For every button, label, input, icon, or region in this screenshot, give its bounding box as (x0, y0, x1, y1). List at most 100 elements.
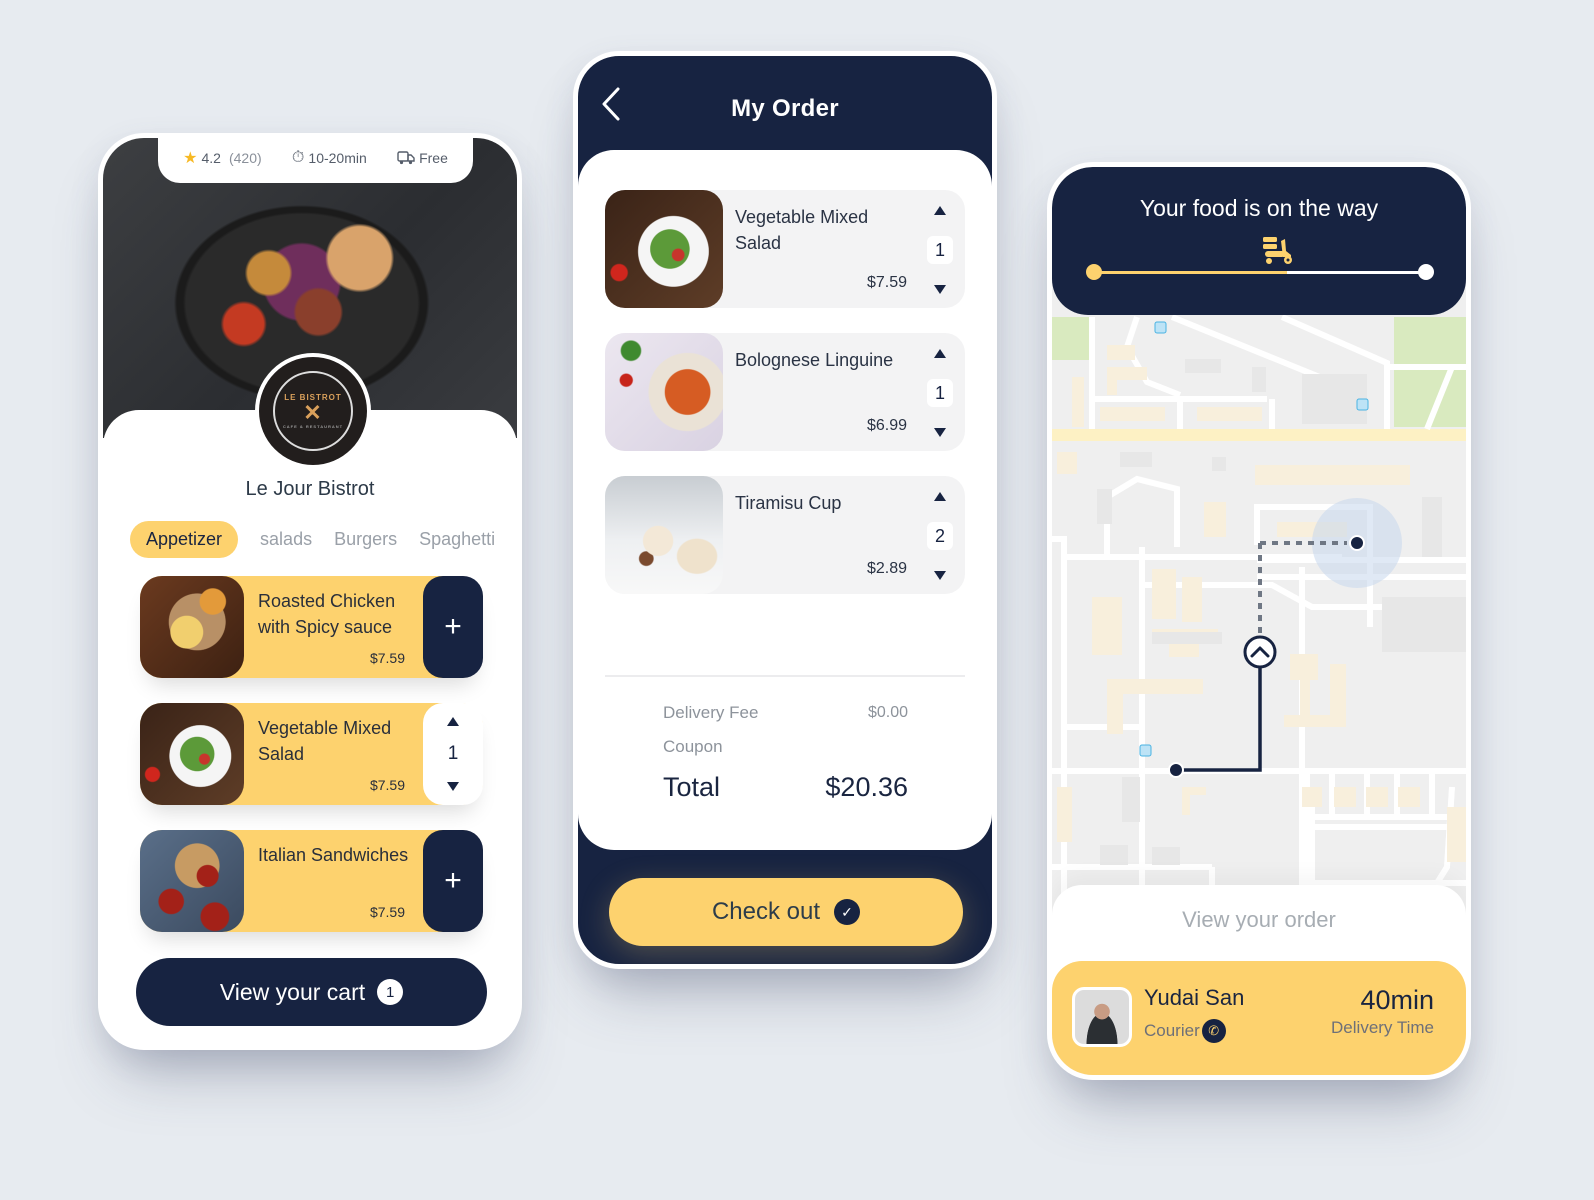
total-value: $20.36 (825, 772, 908, 802)
delivery-scooter-icon (1261, 235, 1295, 267)
quantity-stepper: 1 (927, 349, 953, 437)
order-item-image (605, 476, 723, 594)
order-item-price: $7.59 (866, 274, 907, 291)
order-item-name: Tiramisu Cup (735, 493, 842, 513)
delivery-fee-row: Delivery Fee $0.00 (663, 703, 908, 722)
menu-item-image (140, 830, 244, 932)
delivery-time: ⏱ 10-20min (291, 149, 367, 166)
restaurant-name: Le Jour Bistrot (245, 478, 375, 500)
decrement-arrow-icon[interactable] (934, 428, 946, 437)
order-summary: Delivery Fee $0.00 Coupon Total $20.36 (663, 696, 908, 803)
coupon-row[interactable]: Coupon (663, 730, 908, 764)
bus-stop-icon (1154, 321, 1167, 334)
quantity-stepper: 2 (927, 492, 953, 580)
tracking-title: Your food is on the way (1139, 195, 1379, 221)
origin-marker (1168, 762, 1184, 778)
menu-item-name: Italian Sandwiches (258, 845, 409, 865)
order-item-price: $2.89 (866, 560, 907, 577)
increment-arrow-icon[interactable] (934, 349, 946, 358)
quantity-stepper: 1 (927, 206, 953, 294)
plus-icon: + (444, 864, 462, 897)
courier-location-icon (1243, 635, 1277, 669)
total-row: Total $20.36 (663, 772, 908, 802)
fork-knife-icon: ✕ (303, 400, 323, 425)
tracking-screen: Your food is on the way View your order … (1047, 162, 1471, 1080)
decrement-arrow-icon[interactable] (934, 285, 946, 294)
rating: ★ 4.2 (420) (183, 150, 262, 167)
checkout-button[interactable]: Check out ✓ (609, 878, 963, 946)
decrement-arrow-icon[interactable] (447, 781, 459, 791)
increment-arrow-icon[interactable] (447, 717, 459, 727)
bus-stop-icon (1356, 398, 1369, 411)
restaurant-stats-bar: ★ 4.2 (420) ⏱ 10-20min Free (158, 138, 473, 183)
delivery-eta: 40min Delivery Time (1331, 985, 1434, 1037)
menu-item[interactable]: Italian Sandwiches $7.59 + (140, 830, 483, 932)
chevron-left-icon (602, 87, 620, 121)
menu-item[interactable]: Roasted Chicken with Spicy sauce $7.59 + (140, 576, 483, 678)
progress-end-dot (1418, 264, 1434, 280)
add-to-cart-button[interactable]: + (423, 830, 483, 932)
increment-arrow-icon[interactable] (934, 492, 946, 501)
order-item-price: $6.99 (866, 417, 907, 434)
order-item: Vegetable Mixed Salad $7.59 1 (605, 190, 965, 308)
delivery-fee: Free (397, 150, 448, 166)
order-screen: My Order Vegetable Mixed Salad $7.59 1 B… (573, 51, 997, 969)
tab-salads[interactable]: salads (260, 521, 312, 558)
order-item-name: Bolognese Linguine (735, 350, 894, 370)
menu-item-image (140, 576, 244, 678)
menu-item[interactable]: Vegetable Mixed Salad $7.59 1 (140, 703, 483, 805)
star-icon: ★ (183, 150, 198, 167)
view-order-button[interactable]: View your order (1052, 907, 1466, 933)
order-item-image (605, 333, 723, 451)
menu-item-price: $7.59 (369, 650, 405, 666)
phone-call-icon[interactable]: ✆ (1201, 1019, 1226, 1043)
back-button[interactable] (600, 86, 630, 126)
tracking-header: Your food is on the way (1052, 167, 1466, 315)
bus-stop-icon (1139, 744, 1152, 757)
quantity-value: 1 (927, 379, 953, 407)
divider (605, 675, 965, 677)
stopwatch-icon: ⏱ (291, 149, 305, 166)
menu-item-image (140, 703, 244, 805)
quantity-value: 2 (927, 522, 953, 550)
quantity-value: 1 (927, 236, 953, 264)
category-tabs: Appetizer salads Burgers Spaghetti (130, 521, 517, 558)
courier-name: Yudai San (1144, 985, 1245, 1010)
increment-arrow-icon[interactable] (934, 206, 946, 215)
delivery-progress-bar (1086, 237, 1434, 280)
plus-icon: + (444, 610, 462, 643)
quantity-value: 1 (447, 742, 459, 764)
restaurant-screen: ★ 4.2 (420) ⏱ 10-20min Free LE BISTROT ✕… (98, 133, 522, 1050)
order-item: Bolognese Linguine $6.99 1 (605, 333, 965, 451)
order-item-name: Vegetable Mixed Salad (735, 207, 869, 253)
view-cart-button[interactable]: View your cart 1 (136, 958, 487, 1026)
order-item-image (605, 190, 723, 308)
quantity-stepper: 1 (423, 703, 483, 805)
menu-item-name: Vegetable Mixed Salad (258, 718, 392, 764)
add-to-cart-button[interactable]: + (423, 576, 483, 678)
menu-item-price: $7.59 (369, 904, 405, 920)
delivery-truck-icon (397, 151, 415, 165)
courier-card: Yudai San Courier ✆ 40min Delivery Time (1052, 961, 1466, 1075)
page-title: My Order (731, 95, 839, 122)
cart-count-badge: 1 (377, 979, 404, 1005)
park-area (1052, 317, 1090, 360)
check-circle-icon: ✓ (834, 899, 861, 925)
decrement-arrow-icon[interactable] (934, 571, 946, 580)
destination-marker (1349, 535, 1365, 551)
main-road (1052, 429, 1466, 441)
restaurant-logo: LE BISTROT ✕ CAFE & RESTAURANT (255, 353, 371, 469)
tab-appetizer[interactable]: Appetizer (130, 521, 239, 558)
progress-fill (1092, 271, 1287, 274)
order-panel: View your order Yudai San Courier ✆ 40mi… (1052, 885, 1466, 1075)
order-item: Tiramisu Cup $2.89 2 (605, 476, 965, 594)
menu-item-name: Roasted Chicken with Spicy sauce (258, 591, 396, 637)
courier-role: Courier ✆ (1144, 1019, 1226, 1043)
progress-start-dot (1086, 264, 1102, 280)
tab-burgers[interactable]: Burgers (334, 521, 397, 558)
park-area (1394, 317, 1466, 427)
menu-item-price: $7.59 (369, 777, 405, 793)
tab-spaghetti[interactable]: Spaghetti (419, 521, 495, 558)
courier-avatar (1072, 987, 1132, 1047)
order-body: Vegetable Mixed Salad $7.59 1 Bolognese … (578, 150, 992, 850)
